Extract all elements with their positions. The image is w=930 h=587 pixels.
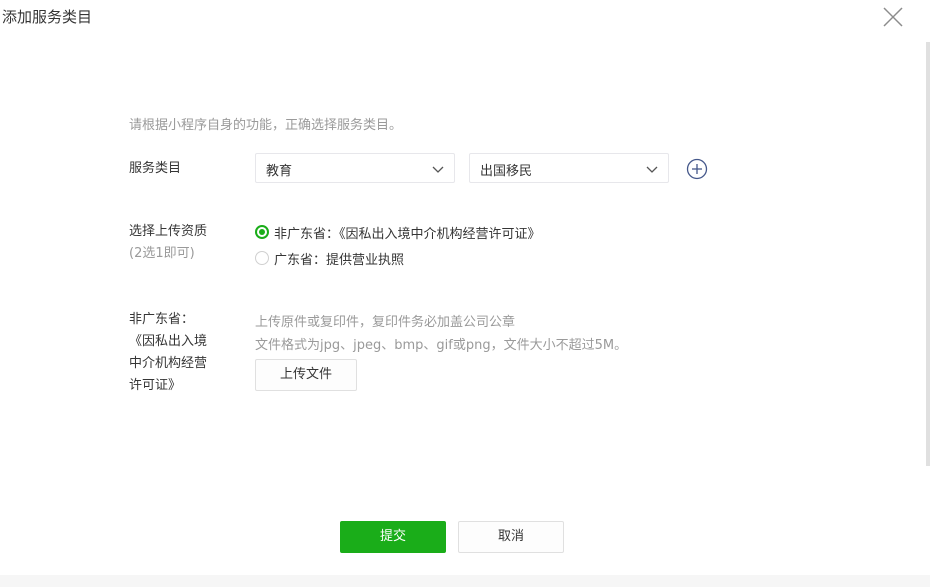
secondary-category-select[interactable]: 出国移民 bbox=[469, 153, 669, 183]
radio-checked[interactable] bbox=[255, 225, 269, 239]
radio-option-label: 非广东省：《因私出入境中介机构经营许可证》 bbox=[274, 226, 541, 242]
dialog-title: 添加服务类目 bbox=[2, 8, 93, 26]
radio-unchecked[interactable] bbox=[255, 251, 269, 265]
qualification-sublabel: (2选1即可) bbox=[129, 246, 195, 261]
instruction-hint: 请根据小程序自身的功能，正确选择服务类目。 bbox=[129, 118, 403, 133]
chevron-down-icon bbox=[432, 166, 444, 173]
chevron-down-icon bbox=[646, 166, 658, 173]
upload-requirement-text: 上传原件或复印件，复印件务必加盖公司公章 bbox=[255, 315, 516, 330]
service-category-label: 服务类目 bbox=[129, 161, 182, 176]
upload-label-line: 许可证》 bbox=[129, 378, 182, 393]
qualification-label: 选择上传资质 bbox=[129, 224, 208, 239]
close-icon[interactable] bbox=[880, 4, 906, 30]
add-service-category-dialog: 添加服务类目 请根据小程序自身的功能，正确选择服务类目。 服务类目 教育 出国移… bbox=[0, 0, 930, 587]
primary-category-value: 教育 bbox=[266, 164, 293, 179]
radio-option-guangdong[interactable]: 广东省：提供营业执照 bbox=[255, 248, 404, 268]
footer-divider bbox=[0, 575, 930, 587]
plus-circle-icon bbox=[686, 158, 708, 180]
primary-category-select[interactable]: 教育 bbox=[255, 153, 455, 183]
upload-format-text: 文件格式为jpg、jpeg、bmp、gif或png，文件大小不超过5M。 bbox=[255, 338, 628, 353]
add-category-button[interactable] bbox=[686, 158, 708, 180]
submit-button[interactable]: 提交 bbox=[340, 521, 446, 553]
upload-file-button[interactable]: 上传文件 bbox=[255, 359, 357, 391]
upload-label-line: 《因私出入境 bbox=[129, 334, 208, 349]
scrollbar[interactable] bbox=[926, 42, 930, 466]
secondary-category-value: 出国移民 bbox=[480, 164, 533, 179]
cancel-button[interactable]: 取消 bbox=[458, 521, 564, 553]
upload-label-line: 非广东省： bbox=[129, 312, 195, 327]
radio-option-non-guangdong[interactable]: 非广东省：《因私出入境中介机构经营许可证》 bbox=[255, 222, 541, 242]
upload-label-line: 中介机构经营 bbox=[129, 356, 208, 371]
radio-option-label: 广东省：提供营业执照 bbox=[274, 252, 405, 268]
